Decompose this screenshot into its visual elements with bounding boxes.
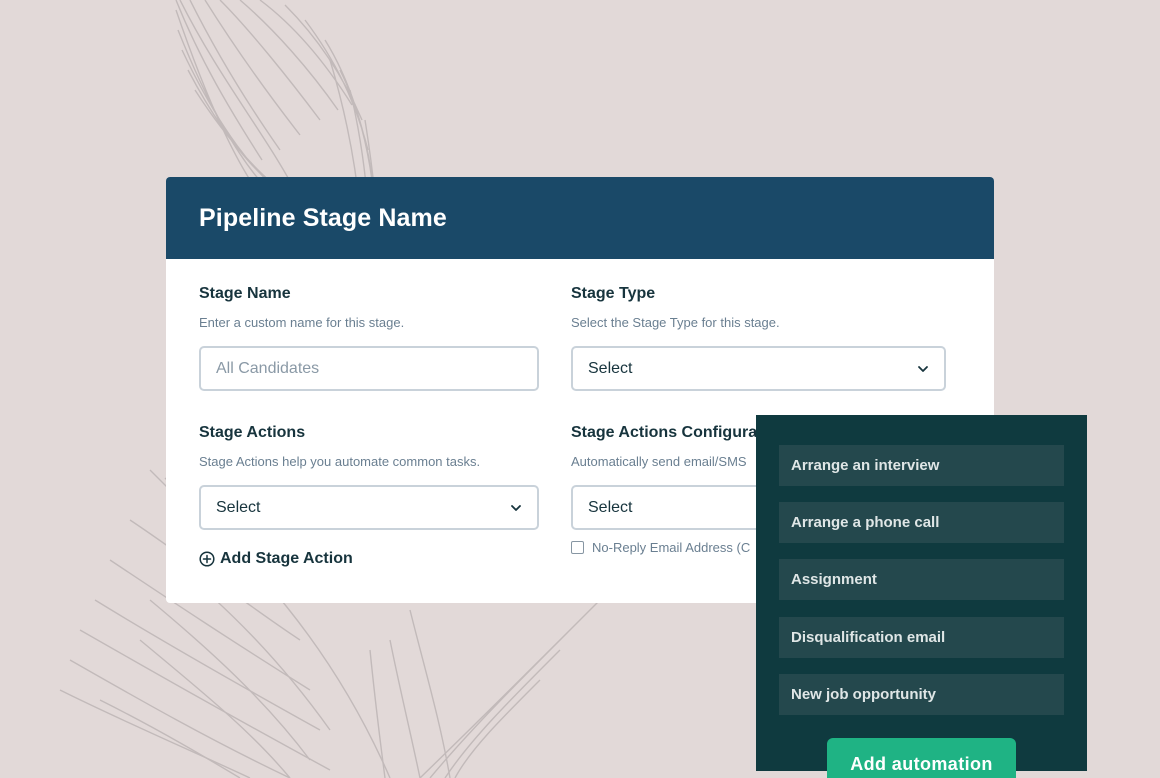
stage-name-help: Enter a custom name for this stage. [199, 315, 405, 330]
stage-name-label: Stage Name [199, 285, 291, 302]
automation-option-label: Arrange an interview [791, 457, 940, 474]
automation-option-interview[interactable]: Arrange an interview [779, 445, 1064, 486]
automation-option-label: New job opportunity [791, 686, 936, 703]
stage-type-label: Stage Type [571, 285, 656, 302]
no-reply-checkbox[interactable] [571, 541, 584, 554]
automation-option-label: Arrange a phone call [791, 514, 940, 531]
card-title: Pipeline Stage Name [199, 203, 447, 232]
add-automation-label: Add automation [850, 753, 993, 774]
stage-actions-select[interactable]: Select [199, 485, 539, 530]
stage-type-help: Select the Stage Type for this stage. [571, 315, 780, 330]
stage-type-select[interactable]: Select [571, 346, 946, 391]
automation-option-job-opportunity[interactable]: New job opportunity [779, 674, 1064, 715]
stage-name-field: Stage Name Enter a custom name for this … [199, 285, 404, 330]
stage-actions-field: Stage Actions Stage Actions help you aut… [199, 424, 480, 469]
card-header: Pipeline Stage Name [166, 177, 994, 259]
no-reply-label: No-Reply Email Address (C [592, 540, 751, 555]
add-stage-action-button[interactable]: Add Stage Action [199, 550, 353, 568]
automation-option-label: Disqualification email [791, 629, 946, 646]
stage-type-field: Stage Type Select the Stage Type for thi… [571, 285, 780, 330]
add-stage-action-label: Add Stage Action [220, 550, 353, 567]
stage-actions-config-field: Stage Actions Configurat Automatically s… [571, 424, 762, 469]
plus-circle-icon [199, 551, 215, 567]
automation-option-phone-call[interactable]: Arrange a phone call [779, 502, 1064, 543]
automation-option-disqualification[interactable]: Disqualification email [779, 617, 1064, 658]
stage-actions-value: Select [216, 498, 261, 516]
automation-option-assignment[interactable]: Assignment [779, 559, 1064, 600]
stage-actions-label: Stage Actions [199, 424, 306, 441]
stage-name-input[interactable]: All Candidates [199, 346, 539, 391]
no-reply-email-option[interactable]: No-Reply Email Address (C [571, 540, 750, 555]
automation-option-label: Assignment [791, 571, 877, 588]
stage-actions-config-value: Select [588, 498, 633, 516]
chevron-down-icon [509, 501, 523, 515]
stage-actions-config-help: Automatically send email/SMS [571, 454, 747, 469]
stage-name-value: All Candidates [216, 359, 320, 377]
stage-actions-config-label: Stage Actions Configurat [571, 424, 763, 441]
stage-actions-help: Stage Actions help you automate common t… [199, 454, 481, 469]
add-automation-button[interactable]: Add automation [827, 738, 1016, 778]
chevron-down-icon [916, 362, 930, 376]
stage-type-value: Select [588, 359, 633, 377]
automation-menu: Arrange an interview Arrange a phone cal… [756, 415, 1087, 771]
